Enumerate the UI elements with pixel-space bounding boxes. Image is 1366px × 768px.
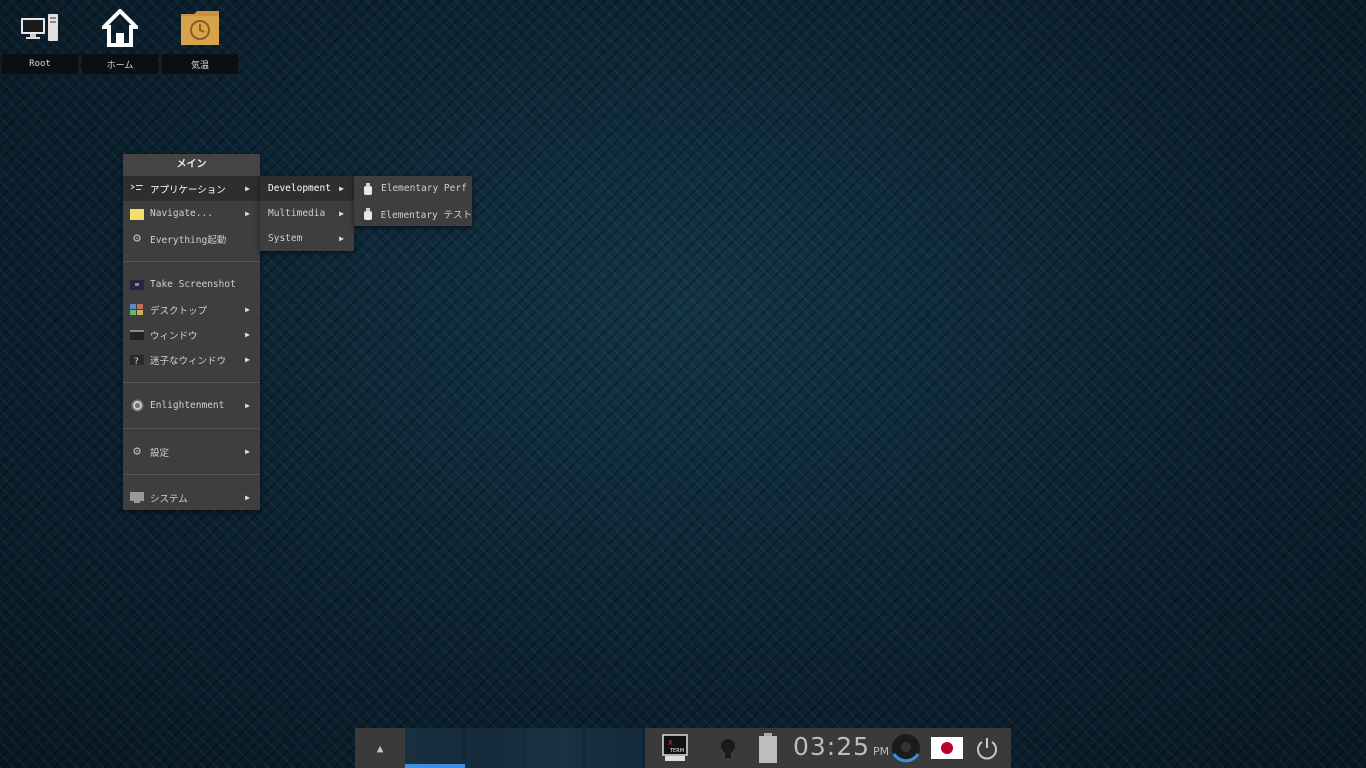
- menu-separator: [123, 474, 260, 475]
- chevron-right-icon: ▶: [245, 355, 250, 364]
- menu-item-multimedia[interactable]: Multimedia ▶: [260, 201, 354, 226]
- menu-item-label: Elementary Perf: [381, 183, 467, 194]
- chevron-right-icon: ▶: [339, 234, 344, 243]
- menu-item-elementary-test[interactable]: Elementary テスト: [354, 201, 472, 226]
- pager-desktop[interactable]: [585, 728, 643, 768]
- menu-separator: [123, 261, 260, 262]
- menu-item-label: システム: [150, 493, 188, 505]
- chevron-right-icon: ▶: [245, 447, 250, 456]
- clock-folder-icon: [180, 8, 220, 48]
- menu-item-system[interactable]: システム ▶: [123, 485, 260, 510]
- pager-active-indicator: [405, 764, 465, 768]
- chevron-right-icon: ▶: [245, 401, 250, 410]
- enlightenment-icon: [130, 399, 144, 413]
- menu-item-label: Take Screenshot: [150, 279, 236, 290]
- mixer-knob-icon[interactable]: [890, 732, 922, 764]
- folder-icon: [130, 207, 144, 221]
- menu-separator: [123, 382, 260, 383]
- desktop-icon-root[interactable]: Root: [1, 0, 79, 74]
- menu-item-label: 迷子なウィンドウ: [150, 355, 227, 367]
- svg-text:X: X: [668, 739, 673, 747]
- clock-ampm: PM: [873, 745, 890, 758]
- menu-item-everything[interactable]: ⚙ Everything起動: [123, 226, 260, 251]
- menu-item-label: 設定: [150, 447, 170, 459]
- menu-item-desktop[interactable]: デスクトップ ▶: [123, 297, 260, 322]
- chevron-right-icon: ▶: [245, 209, 250, 218]
- menu-item-settings[interactable]: ⚙ 設定 ▶: [123, 439, 260, 464]
- pager-desktop[interactable]: [525, 728, 583, 768]
- japan-flag-icon[interactable]: [931, 737, 963, 759]
- menu-item-enlightenment[interactable]: Enlightenment ▶: [123, 393, 260, 418]
- menu-item-applications[interactable]: アプリケーション ▶: [123, 176, 260, 201]
- shelf-tray: X TERM 03:25 PM: [645, 728, 1011, 768]
- menu-item-development[interactable]: Development ▶: [260, 176, 354, 201]
- chevron-right-icon: ▶: [245, 493, 250, 502]
- menu-item-take-screenshot[interactable]: Take Screenshot: [123, 272, 260, 297]
- menu-item-label: Development: [268, 183, 331, 194]
- menu-separator: [123, 428, 260, 429]
- menu-item-elementary-perf[interactable]: Elementary Perf: [354, 176, 472, 201]
- shelf-menu-button[interactable]: ▲: [355, 728, 405, 768]
- chevron-right-icon: ▶: [245, 184, 250, 193]
- menu-item-label: アプリケーション: [150, 184, 226, 196]
- chevron-right-icon: ▶: [245, 305, 250, 314]
- main-menu-title: メイン: [123, 154, 260, 176]
- menu-item-label: デスクトップ: [150, 305, 208, 317]
- pager-desktop[interactable]: [405, 728, 463, 768]
- svg-text:?: ?: [134, 357, 139, 366]
- menu-item-system-apps[interactable]: System ▶: [260, 226, 354, 251]
- desktop-icon-weather[interactable]: 気温: [161, 0, 239, 74]
- elementary-icon: [361, 182, 375, 196]
- lightbulb-icon[interactable]: [719, 738, 737, 760]
- power-icon[interactable]: [975, 736, 999, 760]
- desktop-icon-label: Root: [2, 54, 78, 74]
- menu-item-label: Multimedia: [268, 208, 326, 219]
- menu-item-lost-windows[interactable]: ? 迷子なウィンドウ ▶: [123, 347, 260, 372]
- clock-time: 03:25: [793, 732, 871, 761]
- desktop-icon-label: 気温: [162, 54, 238, 74]
- clock[interactable]: 03:25 PM: [793, 732, 889, 764]
- menu-item-navigate[interactable]: Navigate... ▶: [123, 201, 260, 226]
- menu-item-label: ウィンドウ: [150, 330, 198, 342]
- menu-item-label: Navigate...: [150, 208, 213, 219]
- screenshot-icon: [130, 278, 144, 292]
- chevron-right-icon: ▶: [339, 209, 344, 218]
- lost-window-icon: ?: [130, 353, 144, 367]
- computer-icon: [20, 8, 60, 48]
- menu-item-label: Elementary テスト: [380, 209, 472, 221]
- svg-text:TERM: TERM: [669, 748, 684, 754]
- elementary-icon: [361, 207, 375, 221]
- desktop-icon-label: ホーム: [82, 54, 158, 74]
- xterm-icon[interactable]: X TERM: [662, 734, 688, 762]
- chevron-right-icon: ▶: [245, 330, 250, 339]
- menu-item-window[interactable]: ウィンドウ ▶: [123, 322, 260, 347]
- chevron-right-icon: ▶: [339, 184, 344, 193]
- development-submenu: Elementary Perf Elementary テスト: [354, 176, 472, 226]
- desktop-icon-home[interactable]: ホーム: [81, 0, 159, 74]
- up-arrow-icon: ▲: [376, 741, 384, 755]
- pager-desktop[interactable]: [465, 728, 523, 768]
- applications-submenu: Development ▶ Multimedia ▶ System ▶: [260, 176, 354, 251]
- menu-item-label: System: [268, 233, 303, 244]
- home-icon: [100, 8, 140, 48]
- main-menu: メイン アプリケーション ▶ Navigate... ▶ ⚙ Everythin…: [123, 154, 260, 510]
- applications-icon: [130, 182, 144, 196]
- settings-gear-icon: ⚙: [133, 444, 141, 459]
- virtual-desktop-pager[interactable]: [405, 728, 645, 768]
- menu-item-label: Enlightenment: [150, 400, 225, 411]
- desktop-icon: [130, 303, 144, 317]
- system-monitor-icon: [130, 491, 144, 505]
- gear-icon: ⚙: [133, 231, 141, 246]
- menu-item-label: Everything起動: [150, 234, 227, 246]
- battery-icon[interactable]: [758, 733, 778, 764]
- window-icon: [130, 328, 144, 342]
